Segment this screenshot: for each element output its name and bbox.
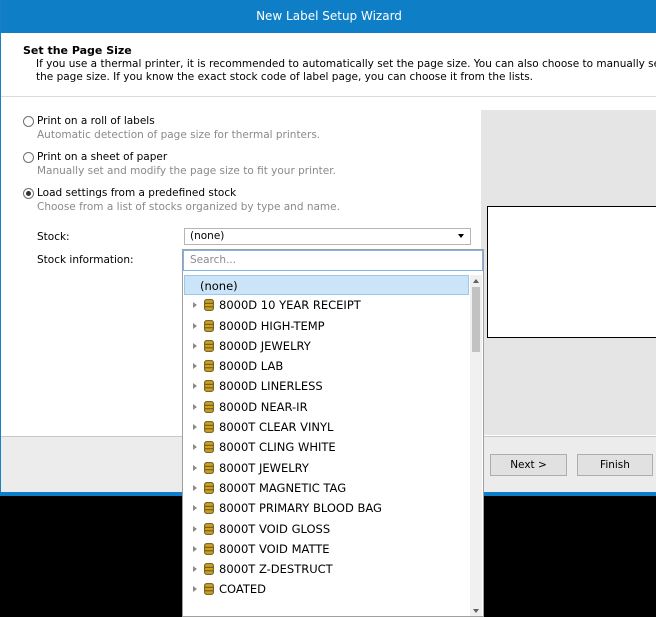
option-sheet-desc: Manually set and modify the page size to… (37, 165, 336, 177)
scroll-thumb[interactable] (472, 287, 480, 352)
page-title: Set the Page Size (23, 44, 132, 57)
list-item-label: 8000D LINERLESS (219, 379, 323, 394)
stock-list: (none) 8000D 10 YEAR RECEIPT 8000D HIGH-T… (184, 275, 469, 600)
list-item[interactable]: 8000T JEWELRY (184, 458, 469, 478)
stock-database-icon (204, 461, 214, 474)
list-item-label: 8000T VOID MATTE (219, 541, 330, 556)
list-item[interactable]: 8000D LINERLESS (184, 376, 469, 396)
stock-select[interactable]: (none) (184, 228, 471, 245)
expand-arrow-icon[interactable] (193, 444, 197, 451)
dropdown-scrollbar[interactable] (470, 275, 482, 616)
expand-arrow-icon[interactable] (193, 505, 197, 512)
list-item-label: COATED (219, 582, 266, 597)
list-item-label: 8000T VOID GLOSS (219, 521, 331, 536)
list-item-label: 8000D LAB (219, 359, 284, 374)
finish-button[interactable]: Finish (577, 454, 653, 476)
list-item-label: 8000D 10 YEAR RECEIPT (219, 298, 361, 313)
list-item-label: 8000T PRIMARY BLOOD BAG (219, 501, 382, 516)
expand-arrow-icon[interactable] (193, 525, 197, 532)
list-item[interactable]: 8000D NEAR-IR (184, 397, 469, 417)
list-item[interactable]: 8000D 10 YEAR RECEIPT (184, 295, 469, 315)
list-item-label: 8000T CLEAR VINYL (219, 420, 334, 435)
stock-database-icon (204, 299, 214, 312)
stock-select-value: (none) (190, 230, 225, 242)
option-roll[interactable]: Print on a roll of labels Automatic dete… (23, 115, 321, 141)
stock-database-icon (204, 563, 214, 576)
option-sheet-title: Print on a sheet of paper (37, 151, 168, 163)
list-item[interactable]: 8000D LAB (184, 356, 469, 376)
stock-database-icon (204, 542, 214, 555)
radio-sheet[interactable] (23, 152, 34, 163)
stock-database-icon (204, 482, 214, 494)
list-item-label: 8000D JEWELRY (219, 338, 311, 353)
stock-info-label: Stock information: (37, 254, 134, 266)
next-button[interactable]: Next > (490, 454, 567, 476)
expand-arrow-icon[interactable] (193, 322, 197, 329)
search-input[interactable]: Search... (183, 250, 483, 271)
list-item[interactable]: 8000T Z-DESTRUCT (184, 559, 469, 579)
option-stock-title: Load settings from a predefined stock (37, 187, 237, 199)
list-item[interactable]: 8000T VOID MATTE (184, 539, 469, 559)
radio-roll[interactable] (23, 116, 34, 127)
label-preview-page (487, 206, 656, 338)
option-predefined-stock[interactable]: Load settings from a predefined stock Ch… (23, 187, 340, 213)
list-item-label: 8000T Z-DESTRUCT (219, 562, 333, 577)
radio-predefined-stock[interactable] (23, 188, 34, 199)
stock-database-icon (204, 583, 214, 596)
expand-arrow-icon[interactable] (193, 403, 197, 410)
list-item[interactable]: 8000T CLING WHITE (184, 437, 469, 457)
expand-arrow-icon[interactable] (193, 484, 197, 491)
stock-dropdown[interactable]: Search... (none) 8000D 10 YEAR RECEIPT 80… (182, 249, 484, 617)
list-item-label: 8000D NEAR-IR (219, 399, 308, 414)
stock-label: Stock: (37, 231, 70, 243)
option-roll-desc: Automatic detection of page size for the… (37, 129, 321, 141)
stock-database-icon (204, 380, 214, 393)
stock-database-icon (204, 502, 214, 515)
stock-database-icon (204, 319, 214, 332)
page-preview (481, 110, 656, 435)
list-item-label: 8000T MAGNETIC TAG (219, 480, 347, 495)
list-item[interactable]: 8000D JEWELRY (184, 336, 469, 356)
option-stock-desc: Choose from a list of stocks organized b… (37, 201, 340, 213)
expand-arrow-icon[interactable] (193, 342, 197, 349)
list-item[interactable]: 8000T CLEAR VINYL (184, 417, 469, 437)
expand-arrow-icon[interactable] (193, 302, 197, 309)
list-item[interactable]: 8000T PRIMARY BLOOD BAG (184, 498, 469, 518)
option-roll-title: Print on a roll of labels (37, 115, 155, 127)
list-item-none[interactable]: (none) (184, 275, 469, 296)
scroll-down-icon[interactable] (473, 609, 479, 613)
page-description: If you use a thermal printer, it is reco… (36, 58, 656, 83)
list-item[interactable]: COATED (184, 579, 469, 599)
stock-database-icon (204, 441, 214, 454)
list-item[interactable]: 8000D HIGH-TEMP (184, 316, 469, 336)
expand-arrow-icon[interactable] (193, 566, 197, 573)
list-item[interactable]: 8000T VOID GLOSS (184, 519, 469, 539)
stock-database-icon (204, 339, 214, 352)
expand-arrow-icon[interactable] (193, 586, 197, 593)
window-title: New Label Setup Wizard (1, 0, 656, 33)
stock-database-icon (204, 360, 214, 373)
chevron-down-icon[interactable] (458, 234, 464, 238)
expand-arrow-icon[interactable] (193, 383, 197, 390)
expand-arrow-icon[interactable] (193, 424, 197, 431)
expand-arrow-icon[interactable] (193, 363, 197, 370)
stock-database-icon (204, 522, 214, 535)
wizard-header: Set the Page Size If you use a thermal p… (1, 33, 656, 97)
stock-database-icon (204, 400, 214, 413)
expand-arrow-icon[interactable] (193, 464, 197, 471)
expand-arrow-icon[interactable] (193, 545, 197, 552)
option-sheet[interactable]: Print on a sheet of paper Manually set a… (23, 151, 336, 177)
list-item-label: (none) (200, 279, 238, 293)
list-item-label: 8000T CLING WHITE (219, 440, 336, 455)
stock-database-icon (204, 421, 214, 433)
list-item-label: 8000T JEWELRY (219, 460, 309, 475)
scroll-up-icon[interactable] (473, 279, 479, 283)
list-item[interactable]: 8000T MAGNETIC TAG (184, 478, 469, 498)
list-item-label: 8000D HIGH-TEMP (219, 318, 325, 333)
